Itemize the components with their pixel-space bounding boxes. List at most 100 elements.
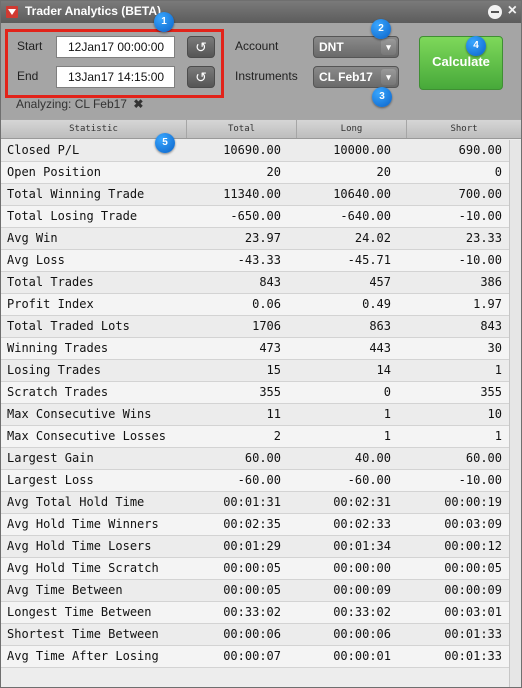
vertical-scrollbar[interactable] (509, 140, 521, 687)
table-cell: -45.71 (347, 253, 391, 267)
table-cell: 00:01:29 (223, 539, 281, 553)
instruments-select[interactable]: CL Feb17 ▾ (313, 66, 399, 88)
table-cell: Avg Total Hold Time (7, 495, 145, 509)
table-cell: -10.00 (458, 209, 502, 223)
table-cell: 14 (376, 363, 391, 377)
analyzing-value: CL Feb17 (74, 97, 127, 111)
table-row[interactable]: Total Traded Lots 1706 863 843 (1, 316, 521, 338)
table-cell: Largest Loss (7, 473, 94, 487)
table-row[interactable]: Avg Total Hold Time 00:01:31 00:02:31 00:00… (1, 492, 521, 514)
table-row[interactable]: Total Trades 843 457 386 (1, 272, 521, 294)
table-cell: 386 (480, 275, 502, 289)
table-cell: Avg Hold Time Scratch (7, 561, 159, 575)
table-cell: 00:00:00 (333, 561, 391, 575)
table-row[interactable]: Total Losing Trade -650.00 -640.00 -10.00 (1, 206, 521, 228)
minimize-icon[interactable] (488, 5, 502, 19)
callout-badge-1: 1 (154, 12, 174, 32)
table-cell: 355 (480, 385, 502, 399)
table-cell: 00:00:01 (333, 649, 391, 663)
table-row[interactable]: Avg Loss -43.33 -45.71 -10.00 (1, 250, 521, 272)
table-row[interactable]: Longest Time Between 00:33:02 00:33:02 00:0… (1, 602, 521, 624)
window-title: Trader Analytics (BETA) (25, 4, 162, 18)
statistics-table: Statistic Total Long Short Closed P/L 106… (1, 120, 521, 687)
column-header-total[interactable]: Total (187, 120, 297, 138)
table-cell: 00:00:09 (333, 583, 391, 597)
table-cell: 00:02:35 (223, 517, 281, 531)
start-reset-button[interactable]: ↺ (187, 36, 215, 58)
table-cell: 23.97 (244, 231, 281, 245)
account-select[interactable]: DNT ▾ (313, 36, 399, 58)
app-logo-icon (6, 6, 18, 18)
table-cell: 10690.00 (223, 143, 281, 157)
table-cell: Winning Trades (7, 341, 109, 355)
table-cell: -640.00 (340, 209, 391, 223)
table-cell: 473 (259, 341, 281, 355)
callout-badge-4: 4 (466, 36, 486, 56)
table-cell: 20 (266, 165, 281, 179)
table-row[interactable]: Avg Hold Time Losers 00:01:29 00:01:34 00:0… (1, 536, 521, 558)
remove-instrument-icon[interactable]: ✖ (133, 97, 143, 111)
table-cell: 11340.00 (223, 187, 281, 201)
table-cell: 00:02:31 (333, 495, 391, 509)
table-row[interactable]: Losing Trades 15 14 1 (1, 360, 521, 382)
table-cell: Longest Time Between (7, 605, 152, 619)
table-row[interactable]: Open Position 20 20 0 (1, 162, 521, 184)
chevron-down-icon[interactable]: ▾ (381, 39, 396, 55)
start-date-field[interactable]: 12Jan17 00:00:00 (56, 36, 175, 58)
column-header-short[interactable]: Short (407, 120, 521, 138)
table-row[interactable]: Avg Win 23.97 24.02 23.33 (1, 228, 521, 250)
instruments-label: Instruments (235, 69, 298, 83)
table-row[interactable]: Profit Index 0.06 0.49 1.97 (1, 294, 521, 316)
table-cell: 11 (266, 407, 281, 421)
table-row[interactable]: Avg Hold Time Scratch 00:00:05 00:00:00 00:… (1, 558, 521, 580)
table-cell: Avg Hold Time Winners (7, 517, 159, 531)
table-cell: 00:33:02 (333, 605, 391, 619)
table-cell: 60.00 (244, 451, 281, 465)
table-cell: Avg Win (7, 231, 58, 245)
close-icon[interactable]: × (508, 2, 517, 20)
instruments-value: CL Feb17 (319, 70, 373, 84)
table-row[interactable]: Max Consecutive Losses 2 1 1 (1, 426, 521, 448)
title-bar[interactable]: Trader Analytics (BETA) × (1, 1, 521, 23)
table-row[interactable]: Shortest Time Between 00:00:06 00:00:06 00:… (1, 624, 521, 646)
table-cell: 00:00:12 (444, 539, 502, 553)
table-cell: 00:03:01 (444, 605, 502, 619)
table-row[interactable]: Largest Loss -60.00 -60.00 -10.00 (1, 470, 521, 492)
table-cell: 60.00 (465, 451, 502, 465)
table-cell: Scratch Trades (7, 385, 109, 399)
end-label: End (17, 69, 39, 83)
table-cell: 2 (273, 429, 281, 443)
trader-analytics-window: Trader Analytics (BETA) × Start 12Jan17 … (0, 0, 522, 688)
table-row[interactable]: Total Winning Trade 11340.00 10640.00 700.0… (1, 184, 521, 206)
table-cell: 700.00 (458, 187, 502, 201)
table-cell: 1 (383, 429, 391, 443)
callout-badge-5: 5 (155, 133, 175, 153)
chevron-down-icon[interactable]: ▾ (381, 69, 396, 85)
calculate-button[interactable]: Calculate (419, 36, 503, 90)
table-cell: -10.00 (458, 253, 502, 267)
table-cell: 23.33 (465, 231, 502, 245)
table-cell: Avg Time Between (7, 583, 123, 597)
undo-icon: ↺ (195, 69, 207, 85)
table-row[interactable]: Avg Time Between 00:00:05 00:00:09 00:00:09 (1, 580, 521, 602)
table-row[interactable]: Closed P/L 10690.00 10000.00 690.00 (1, 140, 521, 162)
controls-panel: Start 12Jan17 00:00:00 ↺ End 13Jan17 14:… (1, 23, 521, 119)
end-date-field[interactable]: 13Jan17 14:15:00 (56, 66, 175, 88)
table-cell: 863 (369, 319, 391, 333)
table-cell: Largest Gain (7, 451, 94, 465)
end-reset-button[interactable]: ↺ (187, 66, 215, 88)
table-cell: -60.00 (347, 473, 391, 487)
table-cell: 1706 (252, 319, 281, 333)
table-row[interactable]: Scratch Trades 355 0 355 (1, 382, 521, 404)
table-row[interactable]: Avg Time After Losing 00:00:07 00:00:01 00:… (1, 646, 521, 668)
start-label: Start (17, 39, 43, 53)
table-cell: 00:03:09 (444, 517, 502, 531)
table-row[interactable]: Winning Trades 473 443 30 (1, 338, 521, 360)
table-row[interactable]: Max Consecutive Wins 11 1 10 (1, 404, 521, 426)
table-row[interactable]: Avg Hold Time Winners 00:02:35 00:02:33 00:… (1, 514, 521, 536)
table-row[interactable]: Largest Gain 60.00 40.00 60.00 (1, 448, 521, 470)
table-cell: 40.00 (354, 451, 391, 465)
column-header-long[interactable]: Long (297, 120, 407, 138)
table-cell: 355 (259, 385, 281, 399)
table-cell: 00:00:09 (444, 583, 502, 597)
